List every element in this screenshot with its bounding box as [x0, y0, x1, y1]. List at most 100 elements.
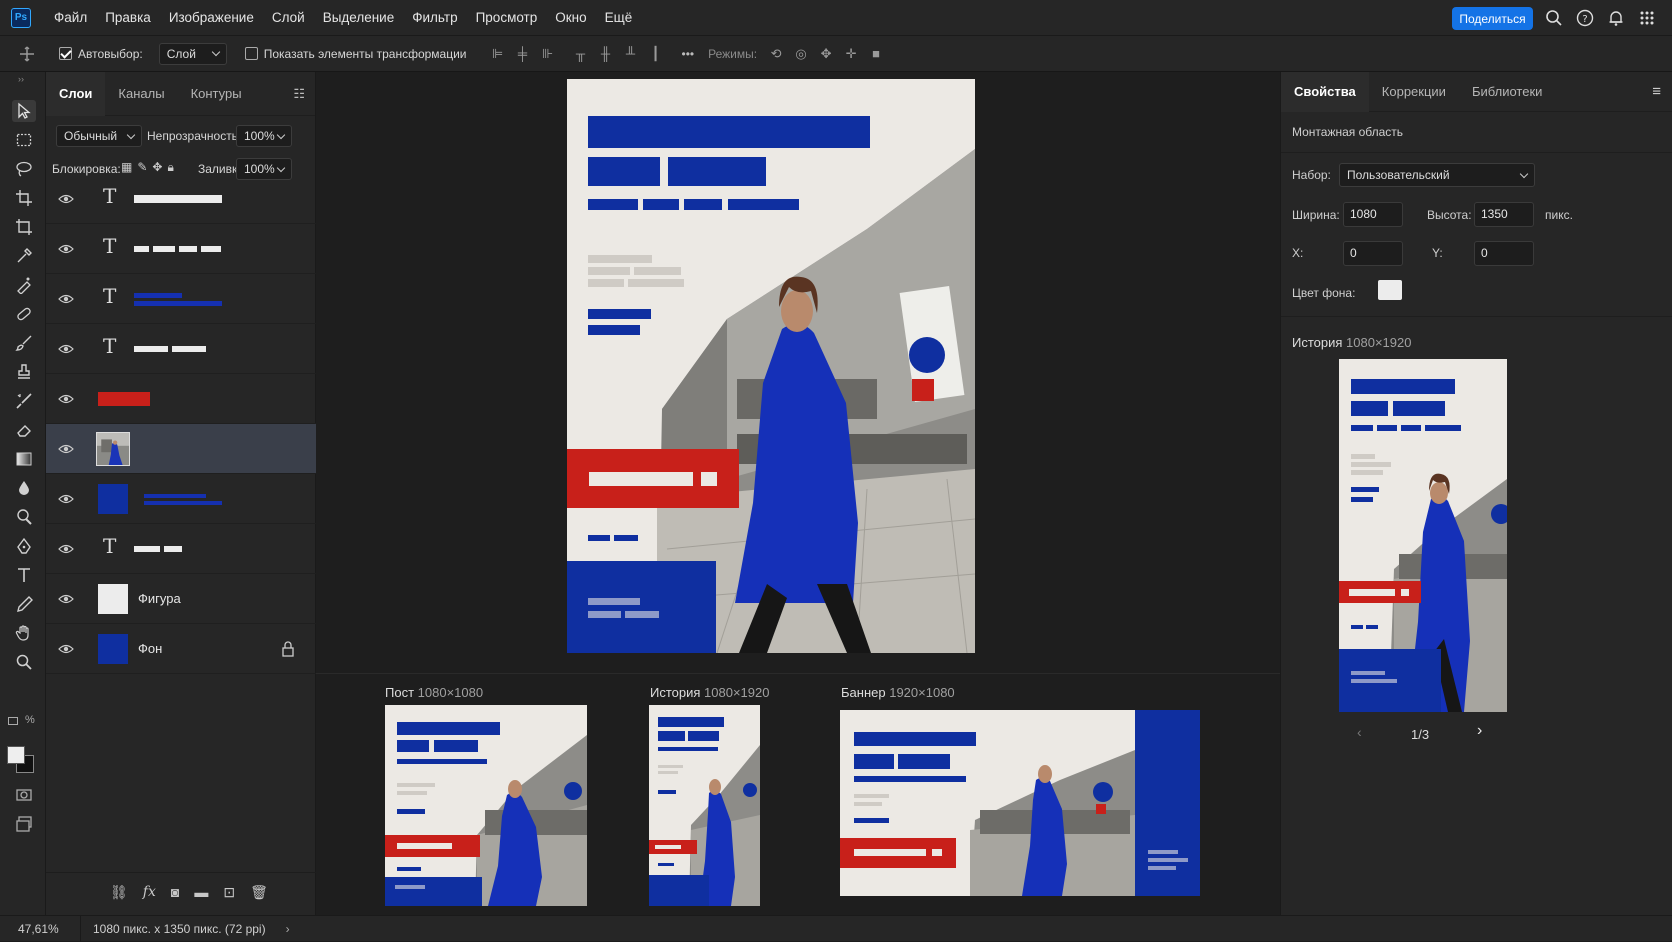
artboard-post[interactable] — [385, 705, 587, 906]
menu-view[interactable]: Просмотр — [467, 10, 547, 25]
tab-libraries[interactable]: Библиотеки — [1459, 84, 1555, 99]
align-middle-v-icon[interactable]: ╫ — [599, 46, 613, 61]
artboard-name[interactable]: История — [650, 685, 700, 700]
move-tool[interactable] — [12, 100, 36, 122]
healing-tool[interactable] — [12, 274, 36, 296]
patch-tool[interactable] — [12, 303, 36, 325]
visibility-eye-icon[interactable] — [58, 441, 74, 457]
eraser-tool[interactable] — [12, 419, 36, 441]
visibility-eye-icon[interactable] — [58, 241, 74, 257]
lock-transparent-icon[interactable]: ▦ — [121, 160, 132, 175]
bell-icon[interactable] — [1607, 9, 1625, 27]
swap-colors-icon[interactable]: % — [25, 714, 35, 726]
visibility-eye-icon[interactable] — [58, 191, 74, 207]
artboard-name[interactable]: Баннер — [841, 685, 886, 700]
hand-tool[interactable] — [12, 622, 36, 644]
distribute-icon[interactable]: ┃ — [649, 46, 663, 61]
menu-layer[interactable]: Слой — [263, 10, 314, 25]
frame-tool[interactable] — [12, 216, 36, 238]
panel-menu-icon[interactable]: ☷ — [293, 86, 305, 102]
stamp-tool[interactable] — [12, 361, 36, 383]
lasso-tool[interactable] — [12, 158, 36, 180]
collapse-icon[interactable]: ›› — [18, 74, 24, 84]
align-center-h-icon[interactable]: ╪ — [516, 46, 530, 61]
bg-color-swatch[interactable] — [1378, 280, 1402, 300]
link-icon[interactable]: ⛓︎ — [110, 884, 128, 901]
y-input[interactable]: 0 — [1474, 241, 1534, 266]
share-button[interactable]: Поделиться — [1452, 7, 1533, 30]
prev-page-icon[interactable]: ‹ — [1357, 724, 1362, 740]
layer-row[interactable]: Фигура — [46, 574, 316, 624]
path-select-tool[interactable] — [12, 593, 36, 615]
tab-adjustments[interactable]: Коррекции — [1369, 84, 1459, 99]
menu-image[interactable]: Изображение — [160, 10, 263, 25]
visibility-eye-icon[interactable] — [58, 491, 74, 507]
3d-roll-icon[interactable]: ◎ — [794, 46, 808, 61]
pen-tool[interactable] — [12, 535, 36, 557]
autoselect-dropdown[interactable]: Слой — [158, 42, 227, 65]
artboard-story[interactable] — [649, 705, 760, 906]
menu-file[interactable]: Файл — [45, 10, 96, 25]
mask-icon[interactable]: ◙ — [171, 884, 179, 901]
align-top-icon[interactable]: ╥ — [574, 46, 588, 61]
fx-icon[interactable]: fx — [143, 884, 156, 901]
menu-window[interactable]: Окно — [546, 10, 595, 25]
next-page-icon[interactable]: › — [1477, 722, 1482, 740]
visibility-eye-icon[interactable] — [58, 291, 74, 307]
move-tool-icon[interactable] — [19, 46, 35, 62]
lock-position-icon[interactable]: ✥ — [152, 160, 162, 175]
zoom-level[interactable]: 47,61% — [18, 922, 80, 936]
brush-tool[interactable] — [12, 332, 36, 354]
width-input[interactable]: 1080 — [1343, 202, 1403, 227]
opacity-dropdown[interactable]: 100% — [236, 125, 292, 147]
visibility-eye-icon[interactable] — [58, 641, 74, 657]
visibility-eye-icon[interactable] — [58, 341, 74, 357]
panel-menu-icon[interactable]: ≡ — [1652, 83, 1661, 100]
3d-camera-icon[interactable]: ■ — [869, 46, 883, 61]
show-transform-checkbox[interactable] — [244, 47, 258, 60]
quick-mask-button[interactable] — [12, 784, 36, 806]
layer-row[interactable] — [46, 474, 316, 524]
new-layer-icon[interactable]: ⊡ — [223, 884, 235, 901]
canvas-area[interactable]: Пост 1080×1080 История 1080×1920 Баннер … — [316, 72, 1280, 915]
layer-row[interactable]: T — [46, 174, 316, 224]
lock-pixels-icon[interactable]: ✎ — [137, 160, 147, 175]
align-right-icon[interactable]: ⊪ — [541, 46, 555, 61]
trash-icon[interactable]: 🗑︎ — [250, 884, 268, 901]
crop-tool[interactable] — [12, 187, 36, 209]
3d-slide-icon[interactable]: ✛ — [844, 46, 858, 61]
visibility-eye-icon[interactable] — [58, 591, 74, 607]
menu-filter[interactable]: Фильтр — [403, 10, 466, 25]
align-left-icon[interactable]: ⊫ — [491, 46, 505, 61]
3d-orbit-icon[interactable]: ⟲ — [769, 46, 783, 61]
layer-row[interactable] — [46, 374, 316, 424]
foreground-color-swatch[interactable] — [7, 746, 25, 764]
tab-channels[interactable]: Каналы — [105, 72, 177, 116]
more-options-button[interactable]: ••• — [682, 47, 695, 61]
tab-paths[interactable]: Контуры — [178, 72, 255, 116]
type-tool[interactable] — [12, 564, 36, 586]
visibility-eye-icon[interactable] — [58, 391, 74, 407]
blur-tool[interactable] — [12, 477, 36, 499]
folder-icon[interactable]: ▬ — [194, 884, 208, 901]
layer-row[interactable]: T — [46, 224, 316, 274]
status-expand-icon[interactable]: › — [286, 922, 290, 936]
visibility-eye-icon[interactable] — [58, 541, 74, 557]
lock-all-icon[interactable]: 🔒︎ — [167, 160, 173, 175]
x-input[interactable]: 0 — [1343, 241, 1403, 266]
layer-row[interactable]: T — [46, 524, 316, 574]
menu-more[interactable]: Ещё — [596, 10, 642, 25]
layer-row[interactable]: T — [46, 324, 316, 374]
height-input[interactable]: 1350 — [1474, 202, 1534, 227]
default-colors-icon[interactable] — [8, 717, 18, 725]
tab-properties[interactable]: Свойства — [1281, 71, 1369, 112]
gradient-tool[interactable] — [12, 448, 36, 470]
zoom-tool[interactable] — [12, 651, 36, 673]
layer-row-selected[interactable] — [46, 424, 316, 474]
grid-apps-icon[interactable] — [1638, 9, 1656, 27]
help-icon[interactable]: ? — [1576, 9, 1594, 27]
artboard-banner[interactable] — [840, 710, 1200, 896]
dodge-tool[interactable] — [12, 506, 36, 528]
layer-row[interactable]: T — [46, 274, 316, 324]
3d-pan-icon[interactable]: ✥ — [819, 46, 833, 61]
